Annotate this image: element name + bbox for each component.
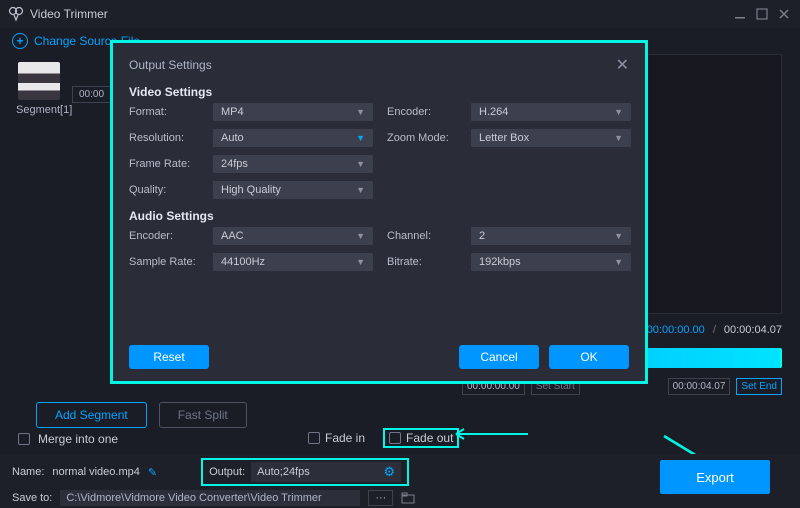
current-time: 00:00:00.00 xyxy=(647,324,705,336)
time-display-row: 00:00:00.00/00:00:04.07 xyxy=(625,324,782,336)
merge-checkbox[interactable] xyxy=(18,433,30,445)
resolution-select[interactable]: Auto▼ xyxy=(213,129,373,147)
bitrate-select[interactable]: 192kbps▼ xyxy=(471,253,631,271)
fade-out-checkbox[interactable] xyxy=(389,432,401,444)
fade-in-label: Fade in xyxy=(325,431,365,445)
total-time: 00:00:04.07 xyxy=(724,324,782,336)
reset-button[interactable]: Reset xyxy=(129,345,209,369)
close-button[interactable] xyxy=(776,6,792,22)
fade-out-label: Fade out xyxy=(406,431,453,445)
zoom-mode-select[interactable]: Letter Box▼ xyxy=(471,129,631,147)
segment-thumbnail[interactable] xyxy=(18,62,60,100)
segment-time: 00:00 xyxy=(72,86,111,103)
a-encoder-select[interactable]: AAC▼ xyxy=(213,227,373,245)
quality-select[interactable]: High Quality▼ xyxy=(213,181,373,199)
maximize-button[interactable] xyxy=(754,6,770,22)
add-source-icon[interactable]: + xyxy=(12,33,28,49)
cancel-button[interactable]: Cancel xyxy=(459,345,539,369)
format-label: Format: xyxy=(129,106,199,118)
sample-rate-select[interactable]: 44100Hz▼ xyxy=(213,253,373,271)
export-button[interactable]: Export xyxy=(660,460,770,494)
channel-label: Channel: xyxy=(387,230,457,242)
output-dropdown[interactable]: Auto;24fps ⚙ xyxy=(251,462,401,482)
modal-title: Output Settings xyxy=(129,58,212,72)
encoder-select[interactable]: H.264▼ xyxy=(471,103,631,121)
fast-split-button[interactable]: Fast Split xyxy=(159,402,247,428)
quality-label: Quality: xyxy=(129,184,199,196)
output-highlight-box: Output: Auto;24fps ⚙ xyxy=(201,458,409,486)
edit-name-icon[interactable]: ✎ xyxy=(148,466,157,479)
add-segment-button[interactable]: Add Segment xyxy=(36,402,147,428)
format-select[interactable]: MP4▼ xyxy=(213,103,373,121)
merge-label: Merge into one xyxy=(38,432,118,446)
open-folder-icon[interactable] xyxy=(401,491,415,505)
browse-button[interactable]: ··· xyxy=(368,490,393,506)
output-settings-modal: Output Settings ✕ Video Settings Format:… xyxy=(113,43,645,381)
zoom-mode-label: Zoom Mode: xyxy=(387,132,457,144)
name-value: normal video.mp4 xyxy=(52,466,139,478)
frame-rate-label: Frame Rate: xyxy=(129,158,199,170)
output-label: Output: xyxy=(209,466,245,478)
resolution-label: Resolution: xyxy=(129,132,199,144)
encoder-label: Encoder: xyxy=(387,106,457,118)
video-settings-title: Video Settings xyxy=(129,85,629,99)
sample-rate-label: Sample Rate: xyxy=(129,256,199,268)
save-to-label: Save to: xyxy=(12,492,52,504)
output-settings-icon[interactable]: ⚙ xyxy=(383,464,395,480)
modal-highlight-frame: Output Settings ✕ Video Settings Format:… xyxy=(110,40,648,384)
titlebar: Video Trimmer xyxy=(0,0,800,28)
bitrate-label: Bitrate: xyxy=(387,256,457,268)
annotation-arrow-fadeout xyxy=(450,426,530,442)
segment-label: Segment[1] xyxy=(16,104,72,116)
save-to-value: C:\Vidmore\Vidmore Video Converter\Video… xyxy=(60,490,360,506)
ok-button[interactable]: OK xyxy=(549,345,629,369)
channel-select[interactable]: 2▼ xyxy=(471,227,631,245)
modal-close-icon[interactable]: ✕ xyxy=(616,55,629,75)
end-time-value[interactable]: 00:00:04.07 xyxy=(668,378,731,395)
name-label: Name: xyxy=(12,466,44,478)
minimize-button[interactable] xyxy=(732,6,748,22)
frame-rate-select[interactable]: 24fps▼ xyxy=(213,155,373,173)
app-title: Video Trimmer xyxy=(30,7,108,21)
output-value: Auto;24fps xyxy=(257,466,310,478)
audio-settings-title: Audio Settings xyxy=(129,209,629,223)
a-encoder-label: Encoder: xyxy=(129,230,199,242)
fade-in-checkbox[interactable] xyxy=(308,432,320,444)
app-logo-icon xyxy=(8,6,24,22)
set-end-button[interactable]: Set End xyxy=(736,378,782,395)
